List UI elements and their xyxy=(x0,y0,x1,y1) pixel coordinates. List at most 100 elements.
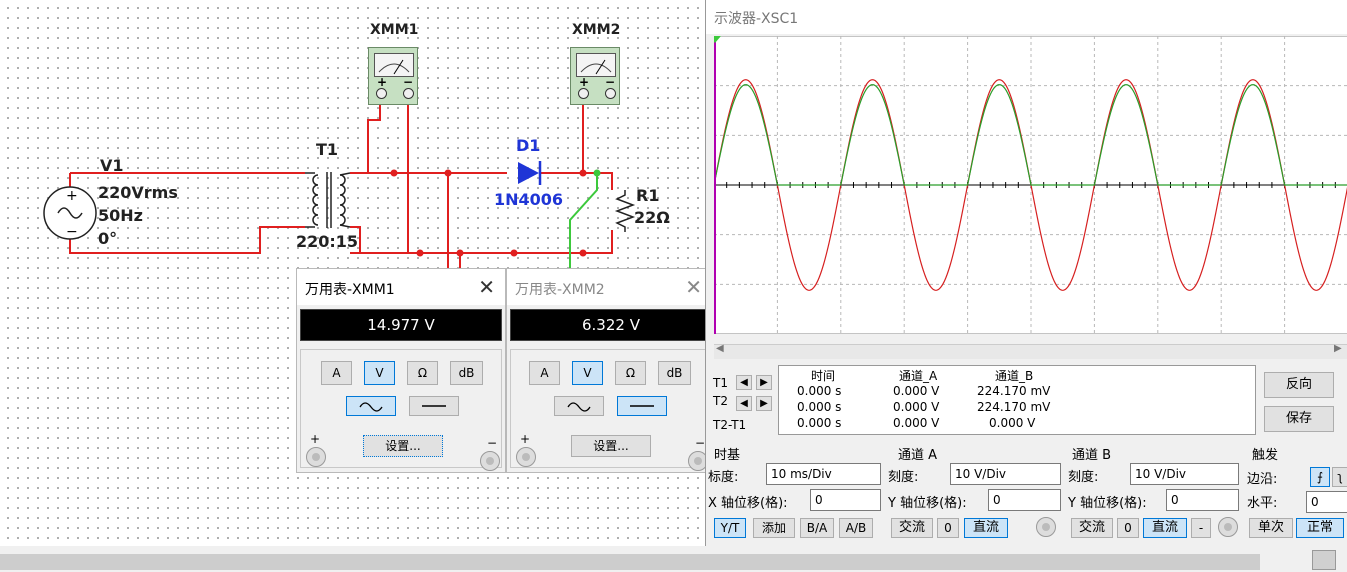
readout-cell: 0.000 V xyxy=(989,416,1036,430)
oscilloscope-screen[interactable] xyxy=(714,36,1347,334)
scrollbar-thumb[interactable] xyxy=(0,554,1260,570)
channel-b-yoffset-label: Y 轴位移(格): xyxy=(1068,496,1147,511)
channel-a-scale-label: 刻度: xyxy=(888,470,919,485)
resize-grip-icon[interactable] xyxy=(1312,550,1336,570)
falling-edge-icon[interactable]: ʅ xyxy=(1332,467,1347,487)
readout-cell: 0.000 s xyxy=(797,416,842,430)
channel-a-yoffset-input[interactable]: 0 xyxy=(988,489,1061,511)
t2-right-arrow-icon[interactable]: ▶ xyxy=(756,396,772,411)
ac-mode-button[interactable] xyxy=(346,396,396,416)
channel-b-scale-label: 刻度: xyxy=(1068,470,1099,485)
yt-mode-button[interactable]: Y/T xyxy=(714,518,746,538)
channel-a-yoffset-label: Y 轴位移(格): xyxy=(888,496,967,511)
channel-a-scale-input[interactable]: 10 V/Div xyxy=(950,463,1061,485)
multimeter1-controls: A V Ω dB + − 设置... xyxy=(300,349,502,471)
ac-mode-button[interactable] xyxy=(554,396,604,416)
dc-line-icon xyxy=(630,405,654,407)
readout-table: 时间 通道_A 通道_B 0.000 s 0.000 V 224.170 mV … xyxy=(778,365,1256,435)
x-offset-label: X 轴位移(格): xyxy=(708,496,788,511)
mode-ohm-button[interactable]: Ω xyxy=(615,361,646,385)
channel-b-invert-button[interactable]: - xyxy=(1191,518,1211,538)
channel-a-zero-button[interactable]: 0 xyxy=(937,518,959,538)
channel-b-terminal-icon[interactable] xyxy=(1218,517,1238,537)
t2-label: T2 xyxy=(713,394,728,408)
transformer-name: T1 xyxy=(316,140,339,159)
dc-line-icon xyxy=(422,405,446,407)
channel-b-ac-button[interactable]: 交流 xyxy=(1071,518,1113,538)
plus-terminal-label: + xyxy=(310,432,321,446)
t1-label: T1 xyxy=(713,376,728,390)
screen-scrollbar[interactable]: ◀ ▶ xyxy=(714,343,1347,359)
channel-a-terminal-icon[interactable] xyxy=(1036,517,1056,537)
settings-button[interactable]: 设置... xyxy=(571,435,651,457)
timebase-title: 时基 xyxy=(714,448,741,463)
multimeter2-window[interactable]: 万用表-XMM2 ✕ 6.322 V A V Ω dB + − 设置... xyxy=(506,268,713,473)
channel-a-ac-button[interactable]: 交流 xyxy=(891,518,933,538)
timebase-scale-input[interactable]: 10 ms/Div xyxy=(766,463,881,485)
channel-b-title: 通道 B xyxy=(1072,448,1112,463)
readout-cell: 0.000 s xyxy=(797,384,842,398)
multimeter1-reading: 14.977 V xyxy=(300,309,502,341)
minus-terminal-icon[interactable] xyxy=(480,451,500,471)
t1-left-arrow-icon[interactable]: ◀ xyxy=(736,375,752,390)
readout-cell: 224.170 mV xyxy=(977,384,1051,398)
channel-b-zero-button[interactable]: 0 xyxy=(1117,518,1139,538)
settings-button[interactable]: 设置... xyxy=(363,435,443,457)
readout-cell: 0.000 V xyxy=(893,400,940,414)
close-icon[interactable]: ✕ xyxy=(478,275,495,299)
readout-cell: 0.000 V xyxy=(893,384,940,398)
mode-v-button[interactable]: V xyxy=(364,361,395,385)
meter2-label: XMM2 xyxy=(572,22,621,38)
multimeter2-icon[interactable]: + − xyxy=(570,47,620,105)
ab-mode-button[interactable]: A/B xyxy=(839,518,873,538)
readout-header-time: 时间 xyxy=(811,369,836,383)
trigger-level-input[interactable]: 0 xyxy=(1306,491,1347,513)
transformer-symbol xyxy=(305,172,351,228)
mode-ohm-button[interactable]: Ω xyxy=(407,361,438,385)
minus-terminal-label: − xyxy=(487,436,498,450)
mode-a-button[interactable]: A xyxy=(529,361,560,385)
minus-terminal-label: − xyxy=(695,436,706,450)
diode-model: 1N4006 xyxy=(494,190,564,209)
scroll-right-icon[interactable]: ▶ xyxy=(1334,343,1342,354)
horizontal-scrollbar[interactable] xyxy=(0,546,1347,572)
save-button[interactable]: 保存 xyxy=(1264,406,1334,432)
transformer-ratio: 220:15 xyxy=(296,232,359,251)
oscilloscope-window[interactable]: 示波器-XSC1 ◀ ▶ T1 T2 T2-T1 ◀ ▶ ◀ ▶ 时间 通道_A… xyxy=(705,0,1347,546)
mode-a-button[interactable]: A xyxy=(321,361,352,385)
t2-left-arrow-icon[interactable]: ◀ xyxy=(736,396,752,411)
oscilloscope-title: 示波器-XSC1 xyxy=(714,11,799,27)
mode-v-button[interactable]: V xyxy=(572,361,603,385)
ba-mode-button[interactable]: B/A xyxy=(800,518,834,538)
channel-b-dc-button[interactable]: 直流 xyxy=(1143,518,1187,538)
channel-b-yoffset-input[interactable]: 0 xyxy=(1166,489,1239,511)
channel-b-scale-input[interactable]: 10 V/Div xyxy=(1130,463,1239,485)
resistor-value: 22Ω xyxy=(634,208,670,227)
resistor-symbol xyxy=(614,190,636,232)
multimeter1-window[interactable]: 万用表-XMM1 ✕ 14.977 V A V Ω dB + − 设置... xyxy=(296,268,506,473)
rising-edge-icon[interactable]: ⨍ xyxy=(1310,467,1330,487)
mode-db-button[interactable]: dB xyxy=(658,361,691,385)
normal-mode-button[interactable]: 正常 xyxy=(1296,518,1344,538)
t1-right-arrow-icon[interactable]: ▶ xyxy=(756,375,772,390)
close-icon[interactable]: ✕ xyxy=(685,275,702,299)
x-offset-input[interactable]: 0 xyxy=(810,489,881,511)
reverse-button[interactable]: 反向 xyxy=(1264,372,1334,398)
ac-source-symbol: + − xyxy=(43,186,97,240)
source-phase: 0° xyxy=(98,229,118,248)
readout-cell: 0.000 s xyxy=(797,400,842,414)
plus-terminal-icon[interactable] xyxy=(306,447,326,467)
channel-a-dc-button[interactable]: 直流 xyxy=(964,518,1008,538)
mode-db-button[interactable]: dB xyxy=(450,361,483,385)
single-mode-button[interactable]: 单次 xyxy=(1249,518,1293,538)
plus-terminal-icon[interactable] xyxy=(516,447,536,467)
multimeter1-icon[interactable]: + − xyxy=(368,47,418,105)
scroll-left-icon[interactable]: ◀ xyxy=(716,343,724,354)
meter1-label: XMM1 xyxy=(370,22,419,38)
readout-cell: 0.000 V xyxy=(893,416,940,430)
dc-mode-button[interactable] xyxy=(617,396,667,416)
dc-mode-button[interactable] xyxy=(409,396,459,416)
svg-text:+: + xyxy=(66,188,78,204)
multimeter2-controls: A V Ω dB + − 设置... xyxy=(510,349,710,471)
add-mode-button[interactable]: 添加 xyxy=(753,518,795,538)
